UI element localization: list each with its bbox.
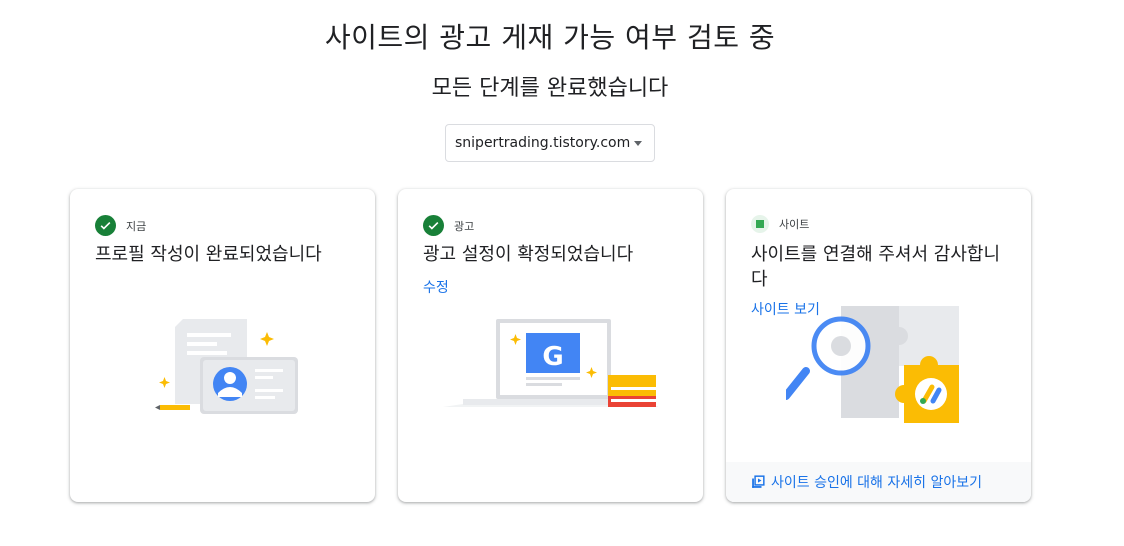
laptop-google-illustration: G	[443, 319, 658, 407]
edit-link[interactable]: 수정	[423, 277, 449, 297]
card-heading: 광고 설정이 확정되었습니다	[423, 244, 634, 265]
profile-card: 지금 프로필 작성이 완료되었습니다	[70, 189, 375, 502]
learn-more-link: 사이트 승인에 대해 자세히 알아보기	[771, 475, 982, 491]
puzzle-magnifier-illustration	[786, 306, 959, 423]
status-row: 사이트	[751, 215, 809, 233]
page-subtitle: 모든 단계를 완료했습니다	[431, 76, 669, 101]
learn-more-footer[interactable]: 사이트 승인에 대해 자세히 알아보기	[726, 462, 1031, 502]
status-label: 사이트	[779, 218, 810, 231]
status-label: 지금	[126, 219, 147, 233]
video-library-icon	[752, 475, 765, 488]
check-circle-icon	[423, 215, 444, 236]
dropdown-caret-icon	[634, 141, 642, 146]
site-card: 사이트 사이트를 연결해 주셔서 감사합니다 사이트 보기 사이트 승인에 대해…	[726, 189, 1031, 502]
svg-text:G: G	[542, 342, 563, 372]
site-dropdown-value: snipertrading.tistory.com	[455, 135, 631, 151]
profile-card-illustration	[155, 319, 298, 414]
ads-card: 광고 광고 설정이 확정되었습니다 수정 G	[398, 189, 703, 502]
status-row: 지금	[95, 215, 146, 236]
green-square-icon	[751, 215, 769, 233]
card-heading: 프로필 작성이 완료되었습니다	[95, 244, 322, 265]
check-circle-icon	[95, 215, 116, 236]
site-dropdown[interactable]: snipertrading.tistory.com	[445, 124, 655, 162]
status-label: 광고	[454, 219, 475, 233]
page-title: 사이트의 광고 게재 가능 여부 검토 중	[324, 21, 776, 54]
status-row: 광고	[423, 215, 474, 236]
card-heading: 사이트를 연결해 주셔서 감사합니다	[751, 244, 1001, 290]
